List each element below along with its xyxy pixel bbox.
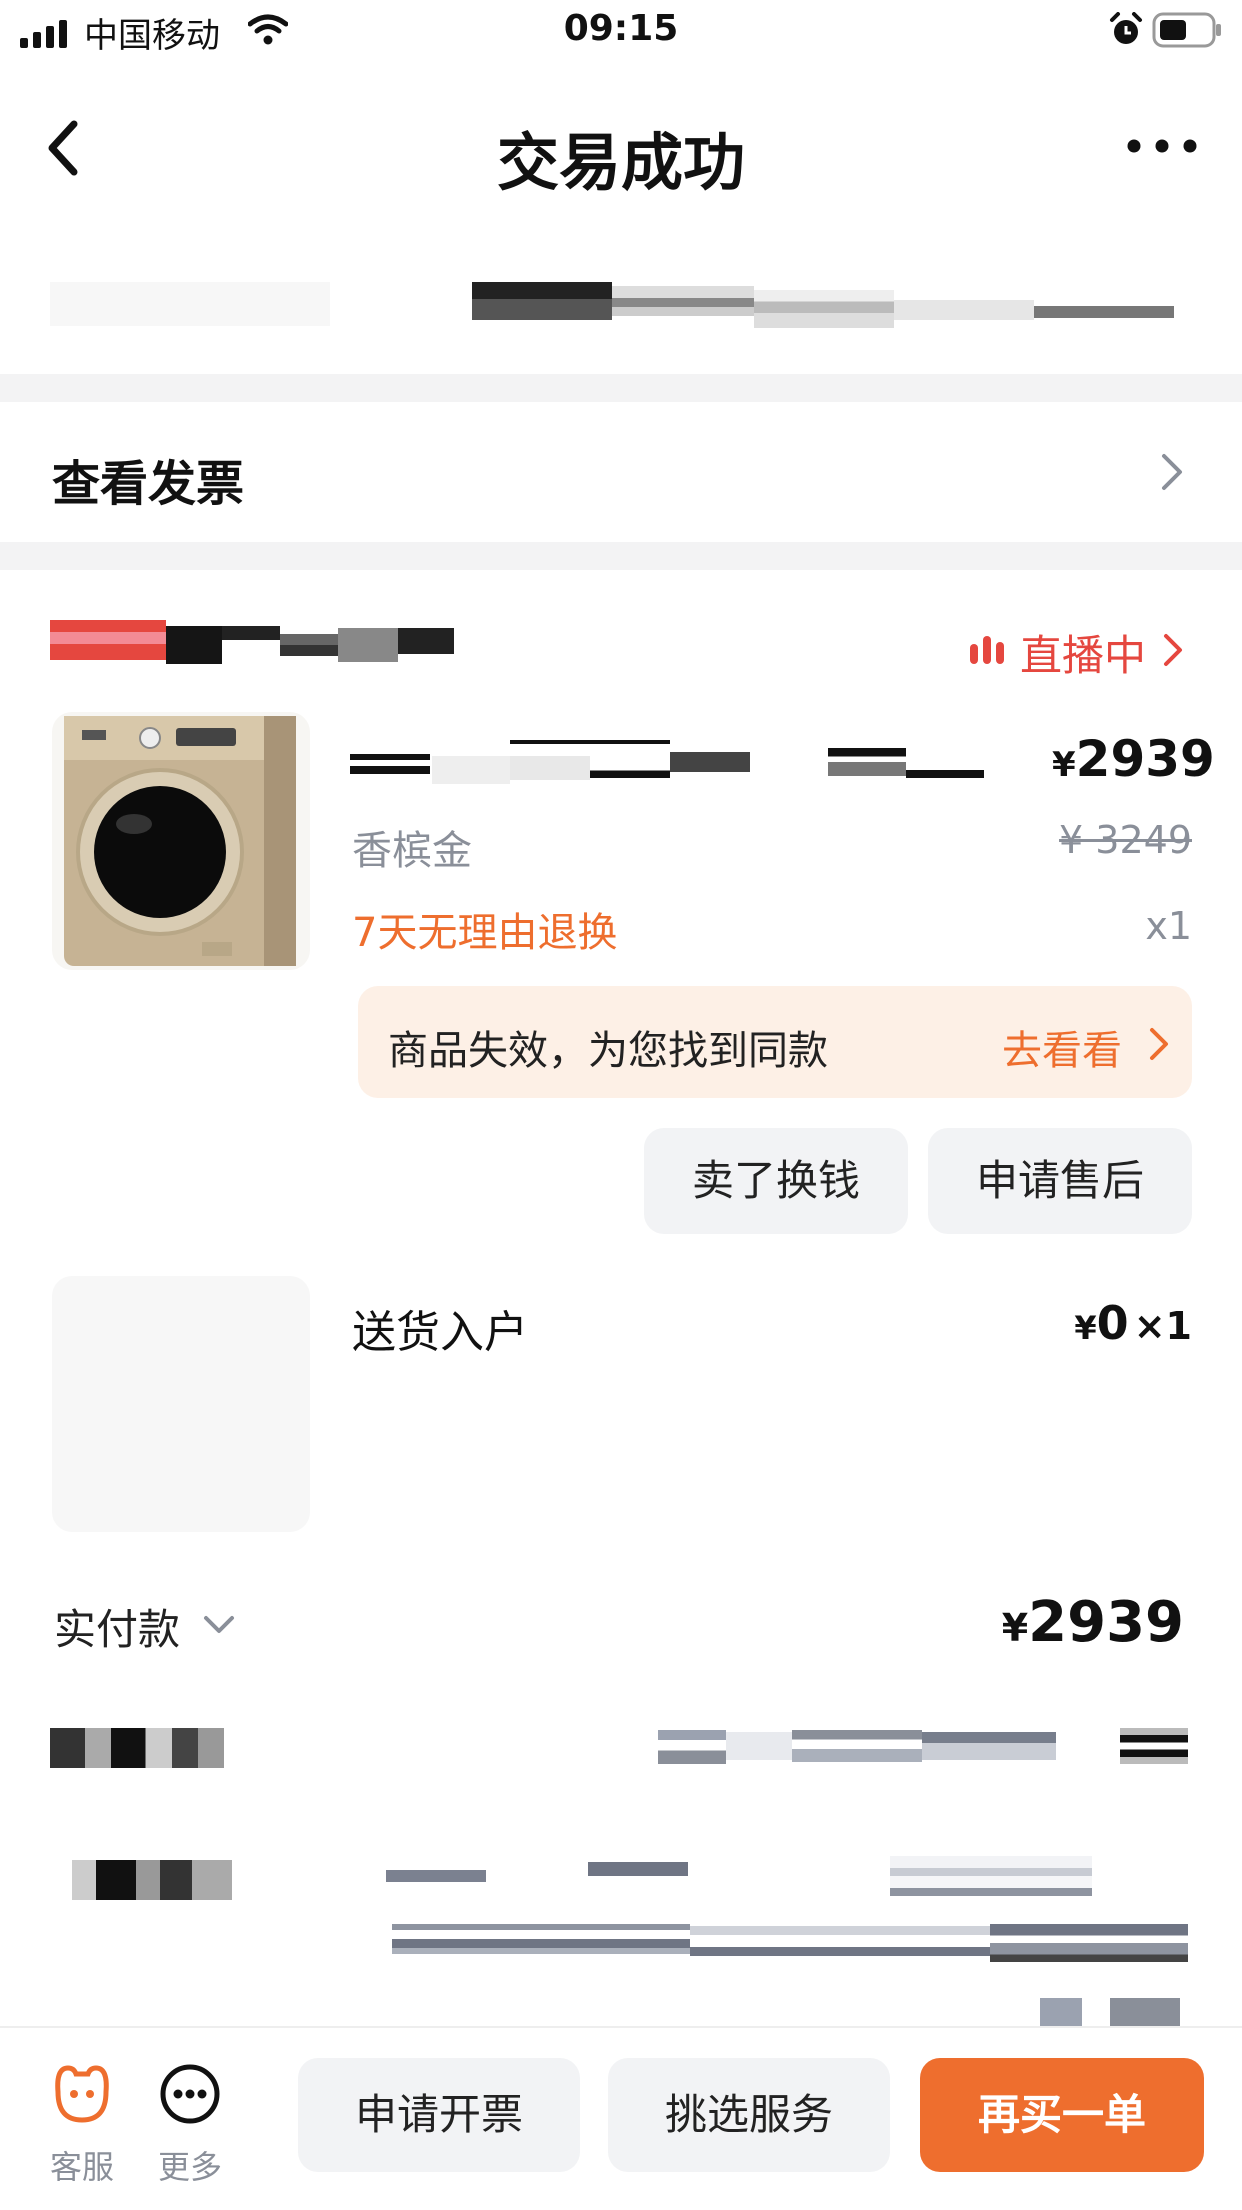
bottom-action-bar: 客服 更多 申请开票 挑选服务 再买一单 (0, 2026, 1242, 2210)
blurred-info (690, 1926, 990, 1956)
request-invoice-button[interactable]: 申请开票 (298, 2058, 580, 2172)
product-title-blurred[interactable] (828, 748, 906, 776)
view-invoice-label: 查看发票 (52, 456, 245, 512)
blurred-info (72, 1860, 232, 1900)
blurred-info (612, 286, 754, 316)
buy-again-button[interactable]: 再买一单 (920, 2058, 1204, 2172)
after-sale-button[interactable]: 申请售后 (928, 1128, 1192, 1234)
select-service-button[interactable]: 挑选服务 (608, 2058, 890, 2172)
blurred-info (50, 1728, 224, 1768)
product-title-blurred[interactable] (432, 756, 510, 784)
blurred-info (1034, 306, 1174, 318)
chevron-right-icon (1150, 1028, 1168, 1060)
payment-toggle[interactable]: 实付款 (52, 1594, 252, 1654)
invalid-product-notice[interactable]: 商品失效，为您找到同款 去看看 (358, 986, 1192, 1098)
chevron-down-icon (204, 1616, 234, 1633)
blurred-info (990, 1924, 1188, 1962)
payment-amount-value: 2939 (1028, 1590, 1184, 1655)
blurred-info (792, 1730, 922, 1762)
currency-symbol: ¥ (1052, 745, 1076, 785)
service-price-value: 0 (1096, 1296, 1129, 1350)
return-policy: 7天无理由退换 (352, 910, 618, 956)
service-quantity: ×1 (1133, 1304, 1192, 1348)
blurred-info (890, 1856, 1092, 1896)
product-title-blurred[interactable] (590, 740, 670, 778)
customer-service-label: 客服 (49, 2148, 114, 2186)
currency-symbol: ¥ (1001, 1606, 1029, 1650)
section-divider (0, 374, 1242, 402)
blurred-info (588, 1862, 688, 1876)
customer-service-button[interactable]: 客服 (36, 2062, 128, 2192)
more-actions-label: 更多 (157, 2148, 222, 2186)
currency-symbol: ¥ (1074, 1309, 1097, 1347)
service-image-placeholder (52, 1276, 310, 1532)
section-divider (0, 542, 1242, 570)
more-actions-button[interactable]: 更多 (144, 2062, 236, 2192)
blurred-info (1120, 1728, 1188, 1764)
blurred-info (50, 282, 330, 326)
battery-icon (1152, 12, 1221, 48)
washing-machine-image (64, 716, 296, 966)
live-label: 直播中 (1020, 631, 1147, 680)
sell-item-button[interactable]: 卖了换钱 (644, 1128, 908, 1234)
product-title-blurred[interactable] (350, 754, 430, 774)
store-name-blurred[interactable] (222, 626, 280, 640)
product-image[interactable] (52, 712, 310, 970)
service-price: ¥0 ×1 (1060, 1296, 1192, 1350)
more-icon[interactable] (1124, 132, 1200, 160)
product-variant: 香槟金 (352, 828, 472, 874)
chevron-right-icon (1162, 454, 1182, 490)
product-title-blurred[interactable] (670, 752, 750, 772)
product-title-blurred[interactable] (510, 740, 590, 780)
blurred-info (726, 1732, 792, 1760)
store-name-blurred[interactable] (166, 626, 222, 664)
view-invoice-row[interactable]: 查看发票 (0, 402, 1242, 542)
product-quantity: x1 (1145, 904, 1192, 948)
store-name-blurred[interactable] (398, 628, 454, 654)
blurred-info (894, 300, 1034, 320)
product-price: ¥2939 (1052, 730, 1215, 788)
store-name-blurred[interactable] (338, 628, 398, 662)
blurred-info (1040, 1998, 1180, 2026)
product-price-value: 2939 (1075, 730, 1215, 788)
product-title-blurred[interactable] (906, 770, 984, 778)
payment-label: 实付款 (54, 1605, 181, 1654)
original-price: ¥ 3249 (1059, 818, 1192, 862)
blurred-info (472, 282, 612, 320)
live-bars-icon (970, 636, 1004, 664)
blurred-info (392, 1924, 690, 1954)
view-similar-link[interactable]: 去看看 (1002, 1018, 1122, 1076)
alarm-icon (1110, 12, 1142, 44)
notice-text: 商品失效，为您找到同款 (388, 1028, 828, 1074)
status-bar: 中国移动 09:15 (0, 0, 1242, 64)
customer-service-icon (55, 2065, 109, 2123)
blurred-info (754, 290, 894, 328)
live-status-link[interactable]: 直播中 (968, 620, 1192, 680)
more-circle-icon (160, 2064, 220, 2124)
blurred-info (658, 1730, 726, 1764)
blurred-info (922, 1732, 1056, 1760)
chevron-right-icon (1164, 634, 1182, 666)
store-name-blurred[interactable] (280, 634, 338, 656)
page-title: 交易成功 (496, 126, 745, 199)
payment-amount: ¥2939 (980, 1590, 1184, 1655)
blurred-info (386, 1870, 486, 1882)
service-name: 送货入户 (352, 1307, 528, 1358)
store-name-blurred[interactable] (50, 620, 166, 660)
clock: 09:15 (563, 8, 679, 49)
